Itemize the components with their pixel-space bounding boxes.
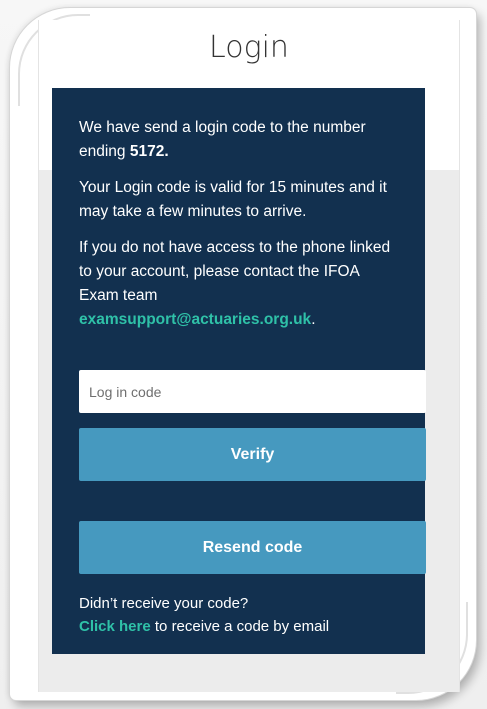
screenshot-stage: Login We have send a login code to the n…	[0, 0, 487, 709]
phone-ending: 5172.	[129, 143, 169, 160]
footer-help: Didn’t receive your code? Click here to …	[79, 592, 419, 638]
validity-message: Your Login code is valid for 15 minutes …	[79, 179, 387, 220]
page-title: Login	[209, 30, 289, 65]
click-here-link[interactable]: Click here	[79, 618, 151, 635]
sent-code-message: We have send a login code to the number …	[79, 116, 398, 164]
no-code-question: Didn’t receive your code?	[79, 595, 249, 612]
resend-code-button[interactable]: Resend code	[79, 521, 426, 574]
login-code-panel: We have send a login code to the number …	[52, 88, 426, 654]
contact-message: If you do not have access to the phone l…	[79, 236, 398, 332]
login-code-input[interactable]	[79, 370, 426, 413]
verify-button[interactable]: Verify	[79, 428, 426, 481]
login-code-field[interactable]	[79, 370, 426, 413]
sent-code-text: We have send a login code to the number …	[79, 119, 366, 160]
email-code-line: Click here to receive a code by email	[79, 615, 419, 638]
support-email-link[interactable]: examsupport@actuaries.org.uk	[79, 311, 311, 328]
email-code-text: to receive a code by email	[150, 618, 330, 635]
contact-period: .	[311, 311, 316, 328]
contact-text: If you do not have access to the phone l…	[79, 239, 391, 304]
